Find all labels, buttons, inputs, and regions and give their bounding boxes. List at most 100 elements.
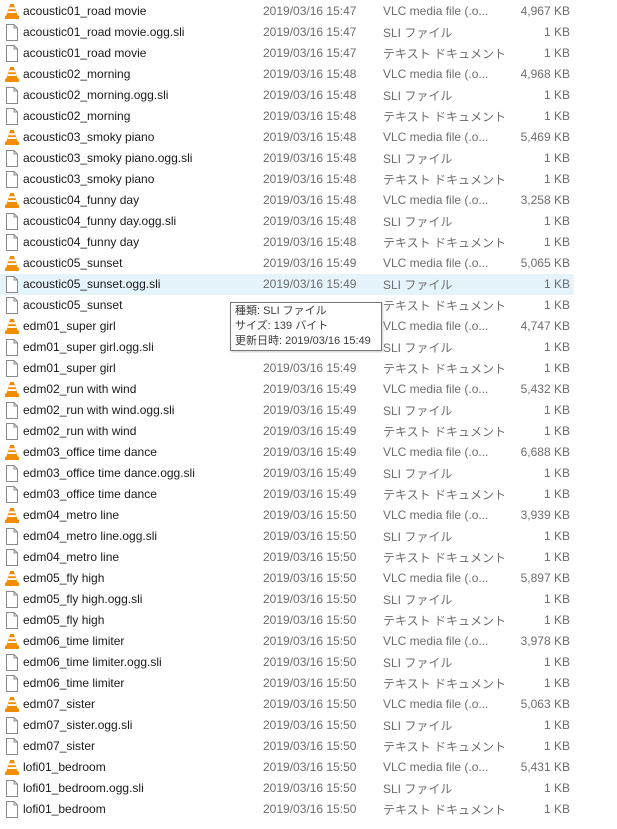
file-date-modified: 2019/03/16 15:49: [263, 382, 357, 396]
file-size: 1 KB: [543, 277, 570, 291]
file-date-modified: 2019/03/16 15:49: [263, 424, 357, 438]
file-size: 1 KB: [543, 739, 570, 753]
vlc-icon: [4, 570, 20, 587]
file-date-modified: 2019/03/16 15:50: [263, 802, 357, 816]
file-name: acoustic03_smoky piano: [23, 130, 155, 144]
file-row[interactable]: acoustic01_road movie.ogg.sli 2019/03/16 …: [0, 22, 574, 43]
file-name: acoustic03_smoky piano: [23, 172, 155, 186]
vlc-icon: [4, 381, 20, 398]
file-row[interactable]: acoustic05_sunset 2019/03/16 15:49 VLC med…: [0, 253, 574, 274]
file-size: 1 KB: [543, 214, 570, 228]
file-date-modified: 2019/03/16 15:50: [263, 655, 357, 669]
file-icon: [4, 233, 20, 251]
file-type: VLC media file (.o...: [383, 193, 489, 207]
file-row[interactable]: acoustic03_smoky piano 2019/03/16 15:48 VL…: [0, 127, 574, 148]
file-type: VLC media file (.o...: [383, 67, 489, 81]
file-row[interactable]: edm03_office time dance 2019/03/16 15:49 V…: [0, 442, 574, 463]
file-row[interactable]: edm05_fly high 2019/03/16 15:50 VLC media …: [0, 568, 574, 589]
file-date-modified: 2019/03/16 15:48: [263, 193, 357, 207]
file-row[interactable]: acoustic04_funny day 2019/03/16 15:48 テキスト…: [0, 232, 574, 253]
file-icon: [4, 485, 20, 503]
file-type: テキスト ドキュメント: [383, 298, 506, 313]
file-row[interactable]: acoustic04_funny day 2019/03/16 15:48 VLC …: [0, 190, 574, 211]
file-name: edm01_super girl: [23, 361, 116, 375]
file-type: VLC media file (.o...: [383, 319, 489, 333]
file-name: edm03_office time dance: [23, 487, 157, 501]
file-icon: [4, 296, 20, 314]
vlc-icon: [4, 66, 20, 83]
file-row[interactable]: edm01_super girl 2019/03/16 15:49 テキスト ドキュ…: [0, 358, 574, 379]
file-row[interactable]: acoustic02_morning 2019/03/16 15:48 テキスト ド…: [0, 106, 574, 127]
file-size: 1 KB: [543, 340, 570, 354]
file-name: acoustic01_road movie: [23, 4, 147, 18]
file-row[interactable]: edm06_time limiter 2019/03/16 15:50 VLC me…: [0, 631, 574, 652]
file-size: 1 KB: [543, 46, 570, 60]
tooltip-modified: 更新日時: 2019/03/16 15:49: [235, 335, 371, 347]
file-name: acoustic04_funny day.ogg.sli: [23, 214, 177, 228]
vlc-icon: [4, 192, 20, 209]
file-row[interactable]: edm04_metro line 2019/03/16 15:50 テキスト ドキュ…: [0, 547, 574, 568]
file-row[interactable]: edm03_office time dance.ogg.sli 2019/03/1…: [0, 463, 574, 484]
file-icon: [4, 212, 20, 230]
file-size: 1 KB: [543, 487, 570, 501]
file-date-modified: 2019/03/16 15:50: [263, 592, 357, 606]
vlc-icon: [4, 3, 20, 20]
file-icon: [4, 716, 20, 734]
file-row[interactable]: edm05_fly high.ogg.sli 2019/03/16 15:50 SL…: [0, 589, 574, 610]
file-size: 1 KB: [543, 172, 570, 186]
file-row[interactable]: acoustic02_morning.ogg.sli 2019/03/16 15:…: [0, 85, 574, 106]
file-type: テキスト ドキュメント: [383, 802, 506, 817]
file-name: acoustic02_morning: [23, 109, 131, 123]
file-icon: [4, 170, 20, 188]
file-row[interactable]: acoustic01_road movie 2019/03/16 15:47 テキス…: [0, 43, 574, 64]
file-type: テキスト ドキュメント: [383, 613, 506, 628]
file-row[interactable]: edm06_time limiter.ogg.sli 2019/03/16 15:…: [0, 652, 574, 673]
file-row[interactable]: edm04_metro line 2019/03/16 15:50 VLC medi…: [0, 505, 574, 526]
file-icon: [4, 23, 20, 41]
file-row[interactable]: edm07_sister.ogg.sli 2019/03/16 15:50 SLI …: [0, 715, 574, 736]
file-name: acoustic03_smoky piano.ogg.sli: [23, 151, 193, 165]
file-row[interactable]: edm07_sister 2019/03/16 15:50 VLC media fi…: [0, 694, 574, 715]
file-row[interactable]: edm02_run with wind 2019/03/16 15:49 テキスト …: [0, 421, 574, 442]
file-type: SLI ファイル: [383, 214, 453, 229]
file-row[interactable]: edm03_office time dance 2019/03/16 15:49 テ…: [0, 484, 574, 505]
vlc-icon: [4, 444, 20, 461]
file-row[interactable]: edm04_metro line.ogg.sli 2019/03/16 15:50…: [0, 526, 574, 547]
file-date-modified: 2019/03/16 15:47: [263, 4, 357, 18]
file-size: 4,967 KB: [520, 4, 570, 18]
file-name: acoustic05_sunset: [23, 298, 123, 312]
file-name: edm05_fly high: [23, 571, 105, 585]
file-row[interactable]: lofi01_bedroom 2019/03/16 15:50 テキスト ドキュメン…: [0, 799, 574, 820]
file-row[interactable]: lofi01_bedroom.ogg.sli 2019/03/16 15:50 SL…: [0, 778, 574, 799]
file-icon: [4, 779, 20, 797]
file-row[interactable]: edm07_sister 2019/03/16 15:50 テキスト ドキュメント 1…: [0, 736, 574, 757]
file-row[interactable]: edm05_fly high 2019/03/16 15:50 テキスト ドキュメン…: [0, 610, 574, 631]
file-icon: [4, 107, 20, 125]
file-date-modified: 2019/03/16 15:48: [263, 151, 357, 165]
file-row[interactable]: acoustic05_sunset.ogg.sli 2019/03/16 15:4…: [0, 273, 574, 295]
file-icon: [4, 359, 20, 377]
file-name: acoustic04_funny day: [23, 193, 140, 207]
file-row[interactable]: edm06_time limiter 2019/03/16 15:50 テキスト ド…: [0, 673, 574, 694]
file-row[interactable]: edm02_run with wind 2019/03/16 15:49 VLC m…: [0, 379, 574, 400]
file-row[interactable]: acoustic02_morning 2019/03/16 15:48 VLC me…: [0, 64, 574, 85]
file-row[interactable]: lofi01_bedroom 2019/03/16 15:50 VLC media …: [0, 757, 574, 778]
file-date-modified: 2019/03/16 15:48: [263, 130, 357, 144]
file-type: SLI ファイル: [383, 592, 453, 607]
file-info-tooltip: 種類: SLI ファイル サイズ: 139 バイト 更新日時: 2019/03/…: [230, 302, 382, 351]
file-size: 6,688 KB: [520, 445, 570, 459]
file-date-modified: 2019/03/16 15:50: [263, 571, 357, 585]
file-type: SLI ファイル: [383, 529, 453, 544]
file-size: 1 KB: [543, 550, 570, 564]
file-name: edm02_run with wind: [23, 424, 137, 438]
file-size: 3,258 KB: [520, 193, 570, 207]
file-row[interactable]: acoustic03_smoky piano 2019/03/16 15:48 テキ…: [0, 169, 574, 190]
file-row[interactable]: acoustic04_funny day.ogg.sli 2019/03/16 1…: [0, 211, 574, 232]
file-type: SLI ファイル: [383, 88, 453, 103]
file-type: SLI ファイル: [383, 25, 453, 40]
file-row[interactable]: acoustic01_road movie 2019/03/16 15:47 VLC…: [0, 1, 574, 22]
file-row[interactable]: acoustic03_smoky piano.ogg.sli 2019/03/16…: [0, 148, 574, 169]
file-date-modified: 2019/03/16 15:50: [263, 634, 357, 648]
file-size: 4,747 KB: [520, 319, 570, 333]
file-row[interactable]: edm02_run with wind.ogg.sli 2019/03/16 15…: [0, 400, 574, 421]
